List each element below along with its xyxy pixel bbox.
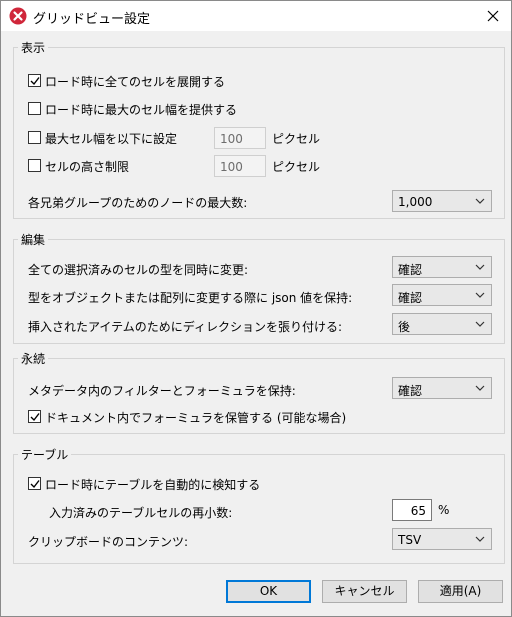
chevron-down-icon	[475, 264, 485, 270]
max-nodes-select[interactable]: 1,000	[392, 190, 492, 212]
append-direction-label: 挿入されたアイテムのためにディレクションを張り付ける:	[28, 320, 343, 334]
max-width-on-load-label[interactable]: ロード時に最大のセル幅を提供する	[45, 101, 237, 118]
decimals-unit: %	[438, 503, 450, 517]
app-logo-icon	[9, 7, 27, 25]
change-type-select[interactable]: 確認	[392, 256, 492, 278]
clipboard-content-select[interactable]: TSV	[392, 528, 492, 550]
keep-filters-value: 確認	[398, 384, 423, 398]
dialog-window: グリッドビュー設定 表示 ロード時に全てのセルを展開する ロード時に最大のセル幅…	[0, 0, 512, 617]
persist-group-legend: 永続	[21, 352, 46, 366]
keep-json-value: 確認	[398, 291, 423, 305]
set-max-width-checkbox[interactable]	[28, 131, 41, 144]
append-direction-value: 後	[398, 320, 411, 334]
checkmark-icon	[30, 413, 40, 422]
chevron-down-icon	[475, 321, 485, 327]
change-type-value: 確認	[398, 263, 423, 277]
chevron-down-icon	[475, 198, 485, 204]
window-title: グリッドビュー設定	[33, 12, 151, 27]
keep-filters-select[interactable]: 確認	[392, 377, 492, 399]
max-width-unit: ピクセル	[272, 132, 321, 146]
keep-filters-label: メタデータ内のフィルターとフォーミュラを保持:	[28, 384, 296, 398]
chevron-down-icon	[475, 292, 485, 298]
decimals-value: 65	[410, 504, 426, 518]
checkmark-icon	[30, 77, 40, 86]
keep-json-select[interactable]: 確認	[392, 284, 492, 306]
display-group-legend: 表示	[21, 41, 46, 55]
clipboard-content-label: クリップボードのコンテンツ:	[28, 535, 189, 549]
decimals-input[interactable]: 65	[392, 499, 432, 521]
limit-height-unit: ピクセル	[272, 160, 321, 174]
title-bar[interactable]: グリッドビュー設定	[1, 1, 511, 31]
max-width-input[interactable]: 100	[214, 127, 266, 149]
max-nodes-label: 各兄弟グループのためのノードの最大数:	[28, 196, 248, 210]
checkmark-icon	[30, 480, 40, 489]
clipboard-content-value: TSV	[398, 533, 422, 547]
expand-cells-label[interactable]: ロード時に全てのセルを展開する	[45, 73, 225, 90]
table-group-legend: テーブル	[21, 448, 69, 462]
keep-json-label: 型をオブジェクトまたは配列に変更する際に json 値を保持:	[28, 291, 353, 305]
change-type-label: 全ての選択済みのセルの型を同時に変更:	[28, 263, 249, 277]
limit-height-label[interactable]: セルの高さ制限	[45, 158, 129, 175]
decimals-label: 入力済みのテーブルセルの再小数:	[49, 506, 233, 520]
apply-button[interactable]: 適用(A)	[418, 580, 503, 603]
close-icon	[487, 10, 499, 22]
limit-height-value: 100	[220, 160, 243, 174]
edit-group-legend: 編集	[21, 233, 46, 247]
max-width-value: 100	[220, 132, 243, 146]
cancel-button[interactable]: キャンセル	[322, 580, 407, 603]
ok-button[interactable]: OK	[226, 580, 311, 603]
store-formulas-label[interactable]: ドキュメント内でフォーミュラを保管する (可能な場合)	[45, 409, 346, 426]
auto-detect-table-checkbox[interactable]	[28, 477, 41, 490]
chevron-down-icon	[475, 385, 485, 391]
auto-detect-table-label[interactable]: ロード時にテーブルを自動的に検知する	[45, 476, 260, 493]
store-formulas-checkbox[interactable]	[28, 410, 41, 423]
limit-height-checkbox[interactable]	[28, 159, 41, 172]
set-max-width-label[interactable]: 最大セル幅を以下に設定	[45, 130, 177, 147]
max-width-on-load-checkbox[interactable]	[28, 102, 41, 115]
max-nodes-value: 1,000	[398, 195, 433, 209]
chevron-down-icon	[475, 536, 485, 542]
append-direction-select[interactable]: 後	[392, 313, 492, 335]
expand-cells-checkbox[interactable]	[28, 74, 41, 87]
limit-height-input[interactable]: 100	[214, 155, 266, 177]
close-button[interactable]	[475, 1, 511, 31]
